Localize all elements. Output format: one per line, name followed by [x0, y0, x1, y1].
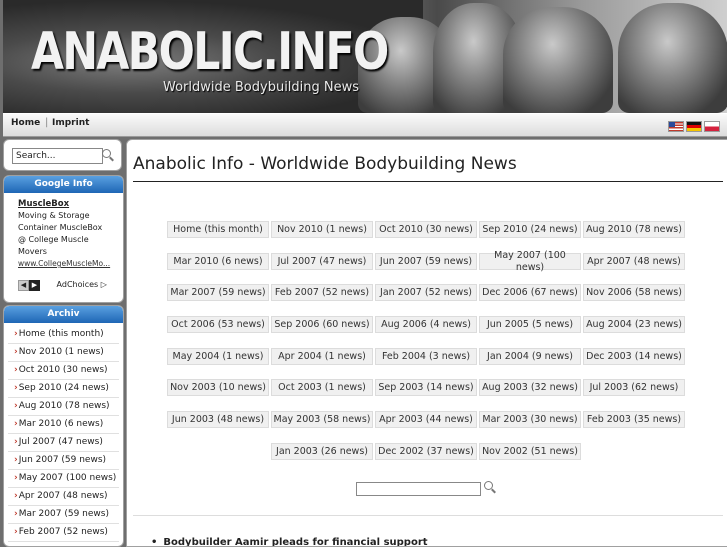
archive-grid-cell[interactable]: Sep 2006 (60 news) — [271, 316, 373, 333]
archive-grid-cell[interactable]: Apr 2007 (48 news) — [583, 253, 685, 270]
de-flag-icon[interactable] — [686, 121, 702, 132]
archive-grid-cell[interactable]: Jul 2003 (62 news) — [583, 379, 685, 396]
top-nav: Home | Imprint — [3, 113, 727, 137]
ad-line: Movers — [18, 247, 47, 256]
search-icon[interactable] — [484, 481, 493, 490]
sidebar: Search... Google Info MuscleBox Moving &… — [3, 139, 124, 547]
nav-imprint-link[interactable]: Imprint — [52, 118, 89, 128]
archive-grid-cell[interactable]: Aug 2010 (78 news) — [583, 221, 685, 238]
header-banner: ANABOLIC.INFO Worldwide Bodybuilding New… — [3, 0, 727, 113]
archiv-item[interactable]: Oct 2010 (30 news) — [8, 362, 119, 380]
search-icon[interactable] — [102, 149, 111, 158]
nav-separator: | — [45, 117, 49, 128]
title-divider — [133, 181, 723, 182]
pl-flag-icon[interactable] — [704, 121, 720, 132]
news-divider — [133, 515, 723, 516]
main-content: Anabolic Info - Worldwide Bodybuilding N… — [126, 139, 727, 547]
ad-title-link[interactable]: MuscleBox — [18, 198, 123, 210]
ad-prev-icon[interactable]: ◀ — [18, 280, 29, 291]
ad-url-link[interactable]: www.CollegeMuscleMo... — [18, 258, 123, 270]
archiv-list: Home (this month) Nov 2010 (1 news) Oct … — [4, 326, 123, 542]
ad-line: Container MuscleBox — [18, 223, 103, 232]
archiv-item[interactable]: Nov 2010 (1 news) — [8, 344, 119, 362]
archive-grid-cell[interactable]: May 2003 (58 news) — [271, 411, 373, 428]
site-tagline: Worldwide Bodybuilding News — [163, 80, 360, 95]
archive-grid-cell[interactable]: Nov 2006 (58 news) — [583, 284, 685, 301]
archive-grid-cell[interactable]: Mar 2007 (59 news) — [167, 284, 269, 301]
bottom-search-input[interactable] — [356, 482, 481, 496]
google-info-box: Google Info MuscleBox Moving & Storage C… — [3, 175, 124, 303]
archive-grid-cell[interactable]: Dec 2003 (14 news) — [583, 348, 685, 365]
archiv-item[interactable]: Sep 2010 (24 news) — [8, 380, 119, 398]
archive-grid-cell[interactable]: Feb 2007 (52 news) — [271, 284, 373, 301]
adchoices-icon[interactable]: ▷ — [101, 280, 107, 289]
nav-home-link[interactable]: Home — [11, 118, 40, 128]
archiv-item[interactable]: Mar 2007 (59 news) — [8, 506, 119, 524]
ad-controls: ◀ ▶ AdChoices ▷ — [18, 280, 107, 291]
archiv-box: Archiv Home (this month) Nov 2010 (1 new… — [3, 305, 124, 547]
archiv-item[interactable]: Jun 2007 (59 news) — [8, 452, 119, 470]
archiv-item[interactable]: Feb 2007 (52 news) — [8, 524, 119, 542]
sidebar-search-box: Search... — [3, 139, 122, 171]
archive-grid-cell[interactable]: Feb 2004 (3 news) — [375, 348, 477, 365]
archive-grid-cell[interactable]: Feb 2003 (35 news) — [583, 411, 685, 428]
archive-grid-cell[interactable]: Oct 2010 (30 news) — [375, 221, 477, 238]
adchoices-link[interactable]: AdChoices — [57, 280, 99, 289]
ad-line: Moving & Storage — [18, 211, 90, 220]
archive-grid-cell[interactable]: Jun 2005 (5 news) — [479, 316, 581, 333]
archive-grid-cell[interactable]: Nov 2003 (10 news) — [167, 379, 269, 396]
search-input[interactable]: Search... — [12, 148, 103, 164]
news-headline-link[interactable]: Bodybuilder Aamir pleads for financial s… — [151, 537, 427, 546]
archive-grid-cell[interactable]: Jan 2003 (26 news) — [271, 443, 373, 460]
page-title: Anabolic Info - Worldwide Bodybuilding N… — [133, 154, 517, 174]
archive-grid-cell[interactable]: Home (this month) — [167, 221, 269, 238]
archive-grid-cell[interactable]: Jul 2007 (47 news) — [271, 253, 373, 270]
archive-grid-cell[interactable]: Apr 2004 (1 news) — [271, 348, 373, 365]
ad-block[interactable]: MuscleBox Moving & Storage Container Mus… — [4, 193, 123, 270]
archive-grid-cell[interactable]: Aug 2006 (4 news) — [375, 316, 477, 333]
archive-grid-cell[interactable]: Sep 2003 (14 news) — [375, 379, 477, 396]
archive-grid-cell[interactable]: May 2007 (100 news) — [479, 250, 581, 273]
archive-grid-cell[interactable]: Mar 2010 (6 news) — [167, 253, 269, 270]
archiv-item[interactable]: Apr 2007 (48 news) — [8, 488, 119, 506]
archive-grid-cell[interactable]: Dec 2006 (67 news) — [479, 284, 581, 301]
archiv-item[interactable]: Aug 2010 (78 news) — [8, 398, 119, 416]
bodybuilder-image — [618, 3, 727, 113]
archive-grid-cell[interactable]: Nov 2002 (51 news) — [479, 443, 581, 460]
archive-grid-cell[interactable]: Jan 2004 (9 news) — [479, 348, 581, 365]
ad-next-icon[interactable]: ▶ — [29, 280, 40, 291]
archiv-item[interactable]: Home (this month) — [8, 326, 119, 344]
archiv-item[interactable]: Mar 2010 (6 news) — [8, 416, 119, 434]
archiv-item[interactable]: May 2007 (100 news) — [8, 470, 119, 488]
archive-grid-cell[interactable]: Mar 2003 (30 news) — [479, 411, 581, 428]
archiv-heading: Archiv — [4, 306, 123, 323]
archive-grid-cell[interactable]: Jan 2007 (52 news) — [375, 284, 477, 301]
archiv-item[interactable]: Jul 2007 (47 news) — [8, 434, 119, 452]
archive-grid-cell[interactable]: Sep 2010 (24 news) — [479, 221, 581, 238]
bodybuilder-image — [503, 7, 613, 113]
archive-grid-cell[interactable]: Apr 2003 (44 news) — [375, 411, 477, 428]
archive-grid-cell[interactable]: Nov 2010 (1 news) — [271, 221, 373, 238]
google-info-heading: Google Info — [4, 176, 123, 193]
archive-grid-cell[interactable]: Aug 2004 (23 news) — [583, 316, 685, 333]
ad-line: @ College Muscle — [18, 235, 89, 244]
archive-grid-cell[interactable]: Oct 2006 (53 news) — [167, 316, 269, 333]
site-logo[interactable]: ANABOLIC.INFO — [31, 22, 389, 82]
us-flag-icon[interactable] — [668, 121, 684, 132]
archive-grid-cell[interactable]: May 2004 (1 news) — [167, 348, 269, 365]
archive-grid-cell[interactable]: Jun 2003 (48 news) — [167, 411, 269, 428]
archive-grid-cell[interactable]: Oct 2003 (1 news) — [271, 379, 373, 396]
archive-grid-cell[interactable]: Jun 2007 (59 news) — [375, 253, 477, 270]
archive-grid-cell[interactable]: Aug 2003 (32 news) — [479, 379, 581, 396]
archive-grid-cell[interactable]: Dec 2002 (37 news) — [375, 443, 477, 460]
